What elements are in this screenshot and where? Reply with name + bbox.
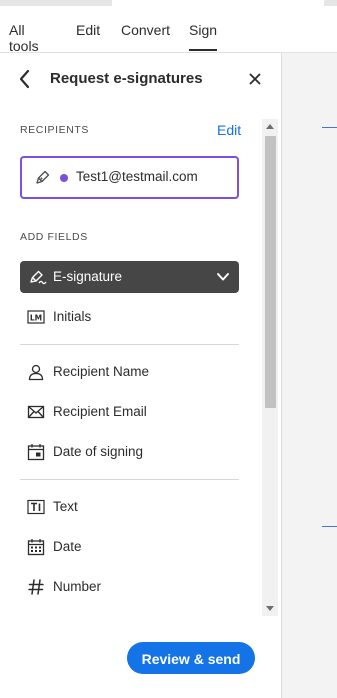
field-label: Date (53, 539, 82, 554)
envelope-icon (27, 405, 45, 419)
e-signature-label: E-signature (53, 269, 123, 284)
document-canvas[interactable] (281, 53, 337, 698)
panel-title: Request e-signatures (50, 70, 203, 87)
field-label: Date of signing (53, 444, 144, 459)
field-label: Text (53, 499, 78, 514)
scroll-up-icon[interactable] (266, 124, 274, 129)
hash-icon (28, 579, 44, 595)
tab-all-tools[interactable]: All tools (9, 12, 39, 54)
field-number[interactable]: Number (20, 572, 240, 602)
signature-pen-icon (30, 270, 47, 285)
pen-icon (36, 170, 50, 184)
e-signature-dropdown[interactable]: E-signature (20, 261, 239, 293)
field-label: Initials (53, 309, 92, 324)
panel-scrollbar[interactable] (262, 119, 278, 616)
person-icon (28, 364, 44, 381)
field-initials[interactable]: LM Initials (20, 302, 240, 332)
document-field-line (322, 127, 337, 128)
review-and-send-button[interactable]: Review & send (127, 642, 255, 674)
chevron-left-icon[interactable] (16, 68, 34, 90)
field-date-of-signing[interactable]: Date of signing (20, 437, 240, 467)
field-label: Number (53, 579, 102, 594)
close-icon[interactable] (246, 70, 264, 88)
tab-sign[interactable]: Sign (189, 12, 218, 51)
field-recipient-name[interactable]: Recipient Name (20, 357, 240, 387)
scrollbar-thumb[interactable] (265, 136, 276, 408)
field-recipient-email[interactable]: Recipient Email (20, 397, 240, 427)
recipient-item[interactable]: Test1@testmail.com (20, 156, 239, 199)
initials-icon: LM (27, 310, 45, 324)
calendar-icon (27, 539, 45, 556)
calendar-signing-icon (27, 444, 45, 461)
recipient-email: Test1@testmail.com (76, 169, 198, 184)
recipient-color-dot (60, 174, 68, 182)
document-field-line (322, 526, 337, 527)
field-group-divider (20, 479, 239, 480)
top-strip-segment (324, 0, 337, 6)
tab-convert[interactable]: Convert (121, 12, 170, 38)
text-field-icon (27, 499, 45, 515)
field-text[interactable]: Text (20, 492, 240, 522)
field-label: Recipient Email (53, 404, 147, 419)
field-date[interactable]: Date (20, 532, 240, 562)
field-label: Recipient Name (53, 364, 150, 379)
top-strip-segment (0, 0, 112, 6)
edit-recipients-link[interactable]: Edit (217, 122, 241, 138)
chevron-down-icon (217, 273, 229, 281)
add-fields-section-label: ADD FIELDS (20, 231, 88, 243)
scroll-down-icon[interactable] (266, 606, 274, 611)
svg-text:LM: LM (30, 314, 42, 323)
field-group-divider (20, 344, 239, 345)
recipients-section-label: RECIPIENTS (20, 124, 90, 136)
tab-edit[interactable]: Edit (76, 12, 100, 38)
top-strip (0, 0, 337, 6)
